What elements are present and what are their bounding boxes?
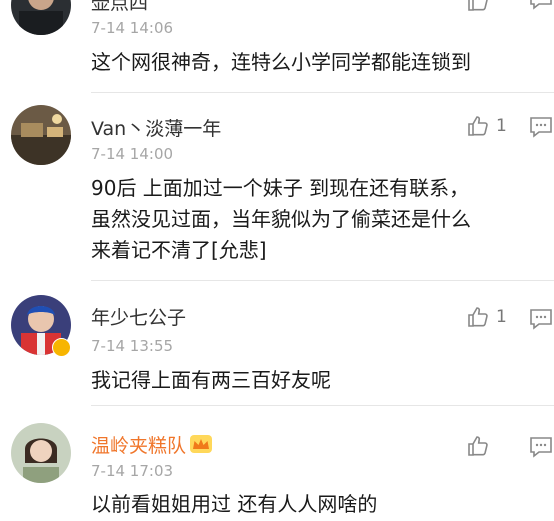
thumbs-up-icon [468, 307, 488, 327]
comment-time: 7-14 13:55 [91, 337, 174, 355]
comment-text: 我记得上面有两三百好友呢 [91, 368, 331, 392]
thumbs-up-icon [468, 0, 488, 11]
comment-icon [530, 0, 552, 10]
like-button[interactable] [466, 0, 490, 14]
comment-item: 壶点四 7-14 14:06 这个网很神奇，连特么小学同学都能连锁到 [0, 0, 554, 93]
comment-author[interactable]: 温岭夹糕队 [91, 431, 213, 458]
comment-author[interactable]: 壶点四 [91, 0, 148, 15]
avatar[interactable] [11, 0, 71, 35]
reply-button[interactable] [529, 0, 553, 10]
avatar[interactable] [11, 423, 71, 483]
verified-badge-icon [52, 338, 71, 357]
comment-time: 7-14 14:00 [91, 145, 174, 163]
thumbs-up-icon [468, 436, 488, 456]
author-name: 温岭夹糕队 [91, 435, 187, 457]
divider [91, 405, 554, 406]
comment-text: 以前看姐姐用过 还有人人网啥的 [91, 492, 378, 516]
crown-icon [190, 435, 213, 458]
like-button[interactable]: 1 [466, 113, 507, 139]
like-button[interactable] [466, 433, 490, 459]
comment-icon [530, 437, 552, 458]
avatar[interactable] [11, 105, 71, 165]
like-count: 1 [496, 307, 507, 327]
like-button[interactable]: 1 [466, 304, 507, 330]
comment-time: 7-14 17:03 [91, 462, 174, 480]
reply-button[interactable] [529, 116, 553, 138]
comment-item: 年少七公子 1 7-14 13:55 我记得上面有两三百好友呢 [0, 281, 554, 406]
comment-author[interactable]: 年少七公子 [91, 303, 186, 330]
comment-text: 这个网很神奇，连特么小学同学都能连锁到 [91, 50, 471, 74]
comment-icon [530, 309, 552, 330]
reply-button[interactable] [529, 308, 553, 330]
comment-time: 7-14 14:06 [91, 19, 174, 37]
comment-item: Van丶淡薄一年 1 7-14 14:00 90后 上面加过一个妹子 到现在还有… [0, 93, 554, 283]
thumbs-up-icon [468, 116, 488, 136]
like-count: 1 [496, 116, 507, 136]
comment-text: 90后 上面加过一个妹子 到现在还有联系， 虽然没见过面，当年貌似为了偷菜还是什… [91, 176, 471, 262]
reply-button[interactable] [529, 436, 553, 458]
comment-author[interactable]: Van丶淡薄一年 [91, 114, 221, 141]
comment-item: 温岭夹糕队 7-14 17:03 以前看姐姐用过 还有人人网啥的 [0, 407, 554, 521]
comment-icon [530, 117, 552, 138]
